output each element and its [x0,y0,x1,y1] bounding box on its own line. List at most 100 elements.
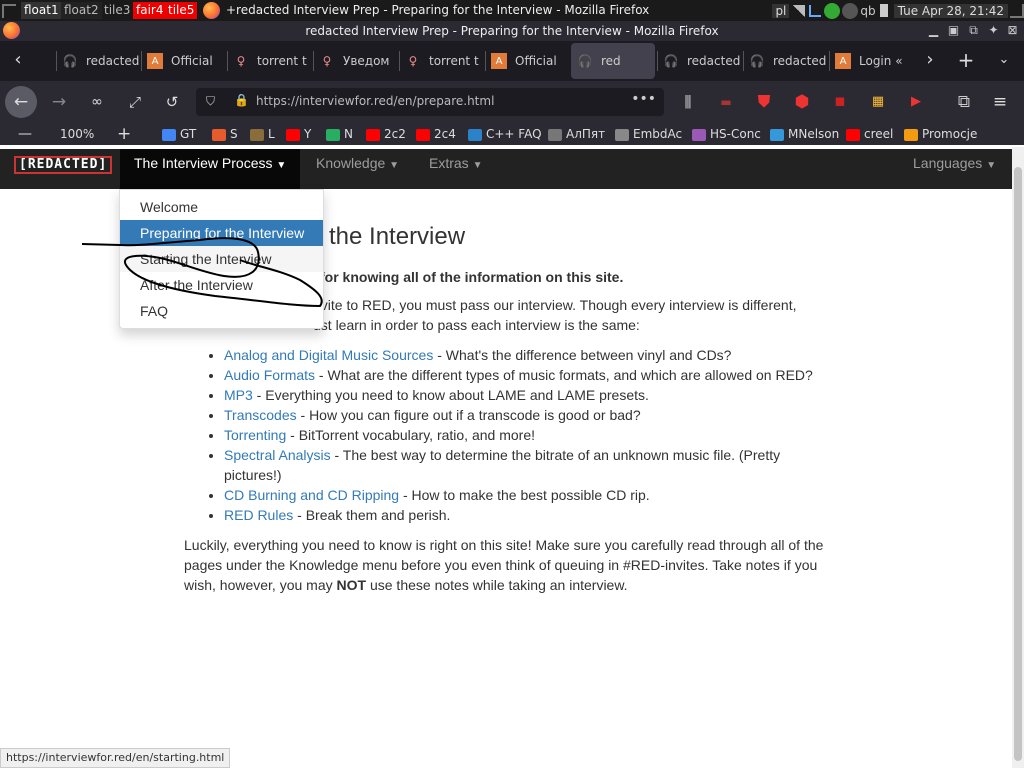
youtube-ext-icon[interactable]: ▶ [902,88,930,116]
bookmark-2c2[interactable]: 2c2 [366,126,406,143]
bookmark-s[interactable]: S [212,126,238,143]
tab-label: Уведом [343,54,390,68]
library-icon[interactable]: ⫼ [674,88,702,116]
lock-icon[interactable]: 🔒 [234,93,249,107]
nav-interview-process[interactable]: The Interview Process ▼ [120,149,301,189]
tab[interactable]: A Official [485,43,569,79]
back-icon[interactable]: ← [5,86,37,118]
topic-link[interactable]: Audio Formats [224,367,315,383]
extension-icon[interactable]: ▬ [712,88,740,116]
tab[interactable]: ♀ torrent t [227,43,311,79]
maximize-icon[interactable]: ⧉ [966,23,981,38]
nav-extras[interactable]: Extras ▼ [429,155,482,171]
tab[interactable]: ♀ Уведом [313,43,397,79]
tab-label: red [601,54,621,68]
minimize-icon[interactable]: ▁ [926,23,941,38]
tab-list-icon[interactable]: ⌄ [990,46,1018,74]
figure-icon: ♀ [322,54,332,68]
dropdown-item-after[interactable]: After the Interview [120,272,323,298]
qbittorrent-icon[interactable]: qb [860,4,875,18]
bookmark-mnelson[interactable]: MNelson [770,126,839,143]
bookmark-hs-conc[interactable]: HS-Conc [692,126,761,143]
ublock-icon[interactable]: ◼ [826,88,854,116]
topic-link[interactable]: Analog and Digital Music Sources [224,347,433,363]
bookmark-promocje[interactable]: Promocje [904,126,977,143]
workspace-5[interactable]: tile5 [165,2,198,19]
topic-link[interactable]: Torrenting [224,427,286,443]
tab[interactable]: A Official [141,43,225,79]
tab[interactable]: 🎧 redacted [657,43,741,79]
bookmark-favicon [468,128,482,141]
topics-list: Analog and Digital Music Sources - What'… [224,345,824,525]
shield-icon[interactable]: ⛉ [206,94,215,109]
url-text[interactable]: https://interviewfor.red/en/prepare.html [256,94,494,108]
topic-link[interactable]: Transcodes [224,407,297,423]
extension-red-icon[interactable]: ⬢ [788,88,816,116]
float-icon[interactable]: ▣ [946,23,961,38]
topic-link[interactable]: RED Rules [224,507,293,523]
tab[interactable]: 🎧 redacted [56,43,140,79]
bookmark-favicon [250,128,264,141]
topic-link[interactable]: MP3 [224,387,253,403]
nav-label: Extras [429,155,469,171]
adblock-shield-icon[interactable]: ⛊ [750,88,778,116]
fullscreen-icon[interactable]: ⤢ [121,88,149,116]
bookmarks-toolbar: — 100% + GT S L Y N 2c2 2c4 C++ FAQ АлПя… [0,123,1024,145]
dropdown-item-faq[interactable]: FAQ [120,298,323,324]
bookmark-l[interactable]: L [250,126,275,143]
dropdown-item-preparing[interactable]: Preparing for the Interview [120,220,323,246]
tab[interactable]: 🎧 redacted [743,43,827,79]
tab[interactable]: A Login « [829,43,909,79]
signal-icon [793,4,806,17]
topic-link[interactable]: Spectral Analysis [224,447,331,463]
firefox-titlebar: redacted Interview Prep - Preparing for … [0,21,1024,41]
workspace-4[interactable]: fair4 [133,2,167,19]
scrollbar-thumb[interactable] [1014,167,1022,761]
bookmark-y[interactable]: Y [286,126,311,143]
play-icon[interactable] [824,2,841,19]
bookmark-alpyat[interactable]: АлПят [548,126,605,143]
topic-link[interactable]: CD Burning and CD Ripping [224,487,399,503]
bookmark-embdac[interactable]: EmbdAc [615,126,682,143]
forward-icon[interactable]: → [45,88,73,116]
tab-active[interactable]: 🎧 red [571,43,655,79]
extensions-puzzle-icon[interactable]: ⧉ [950,88,978,116]
new-tab-icon[interactable]: + [952,46,980,74]
zoom-level[interactable]: 100% [60,126,94,143]
close-icon[interactable]: ⊠ [1005,23,1020,38]
play-icon-2[interactable] [842,2,859,19]
menu-icon[interactable] [2,4,16,18]
kb-layout[interactable]: pl [772,3,790,18]
dropdown-item-starting[interactable]: Starting the Interview [120,246,323,272]
workspace-3[interactable]: tile3 [101,2,133,19]
tab[interactable]: ♀ torrent t [399,43,483,79]
workspace-1[interactable]: float1 [21,2,62,19]
tabs-scroll-left-icon[interactable]: ‹ [4,46,32,74]
url-bar[interactable]: ⛉ 🔒 https://interviewfor.red/en/prepare.… [196,88,664,116]
zoom-in-button[interactable]: + [117,126,131,143]
dropdown-item-welcome[interactable]: Welcome [120,194,323,220]
bookmark-n[interactable]: N [326,126,353,143]
bookmark-favicon [286,128,300,141]
bookmark-gt[interactable]: GT [162,126,196,143]
bookmark-cpp-faq[interactable]: C++ FAQ [468,126,542,143]
nav-knowledge[interactable]: Knowledge ▼ [316,155,399,171]
private-mask-icon[interactable]: ∞ [83,88,111,116]
nav-languages[interactable]: Languages ▼ [913,155,996,171]
bookmark-2c4[interactable]: 2c4 [416,126,456,143]
tabs-scroll-right-icon[interactable]: › [916,46,944,74]
bookmark-favicon [615,128,629,141]
site-logo[interactable]: [REDACTED] [14,156,113,174]
pin-icon[interactable]: ✦ [986,23,1001,38]
zoom-out-button[interactable]: — [18,126,32,143]
bookmark-creel[interactable]: creel [846,126,893,143]
tray-end-icon [1010,3,1024,18]
workspace-2[interactable]: float2 [61,2,102,19]
page-scrollbar[interactable] [1012,147,1024,768]
menu-hamburger-icon[interactable]: ≡ [986,88,1014,116]
site-navbar: [REDACTED] The Interview Process ▼ Knowl… [0,149,1012,189]
history-icon[interactable]: ↺ [158,88,186,116]
page-actions-icon[interactable]: ••• [631,91,656,107]
color-picker-icon[interactable]: ▦ [864,88,892,116]
tab-label: redacted [687,54,741,68]
